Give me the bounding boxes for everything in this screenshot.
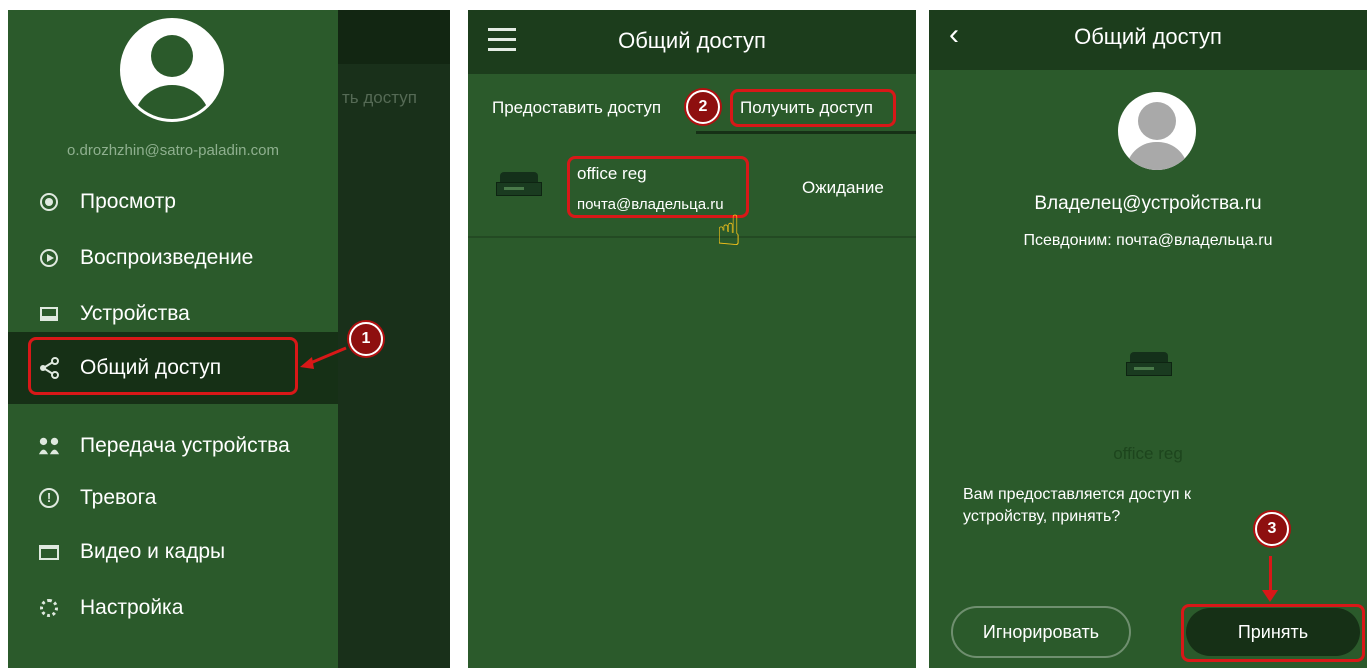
avatar-head-shape [151, 35, 193, 77]
highlight-frame-tab [730, 89, 896, 127]
settings-icon [38, 597, 60, 619]
avatar-body-shape [1126, 142, 1188, 170]
share-request-screen: ‹ Общий доступ Владелец@устройства.ru Пс… [929, 10, 1367, 668]
owner-alias: Псевдоним: почта@владельца.ru [1023, 232, 1273, 249]
menu-item-label: Передача устройства [80, 434, 290, 457]
tab-grant-access[interactable]: Предоставить доступ [492, 98, 661, 118]
share-list-screen: Общий доступ Предоставить доступ Получит… [468, 10, 916, 668]
dvr-device-icon [496, 172, 542, 200]
device-status: Ожидание [802, 178, 884, 197]
menu-item-label: Просмотр [80, 190, 176, 213]
menu-item-playback[interactable]: Воспроизведение [8, 230, 338, 286]
view-icon [38, 191, 60, 213]
menu-item-label: Тревога [80, 486, 157, 509]
page-title: Общий доступ [1074, 24, 1222, 49]
device-name: office reg [1113, 444, 1183, 463]
highlight-frame-accept [1181, 604, 1365, 662]
app-header: ‹ Общий доступ [929, 10, 1367, 70]
background-header [338, 10, 450, 64]
menu-item-transfer[interactable]: Передача устройства [8, 418, 338, 474]
menu-item-view[interactable]: Просмотр [8, 174, 338, 230]
folder-icon [38, 541, 60, 563]
menu-item-label: Устройства [80, 302, 190, 325]
navigation-drawer-screen: ть доступ o.drozhzhin@satro-paladin.com … [8, 10, 450, 668]
ignore-button[interactable]: Игнорировать [951, 606, 1131, 658]
list-divider [468, 236, 916, 238]
pointing-hand-icon: ☝ [716, 207, 742, 254]
access-request-message: Вам предоставляется доступ к устройству,… [963, 486, 1192, 525]
avatar-head-shape [1138, 102, 1176, 140]
step-badge-1: 1 [349, 322, 383, 356]
owner-avatar [1118, 92, 1196, 170]
user-email: o.drozhzhin@satro-paladin.com [67, 142, 279, 159]
step-badge-3: 3 [1255, 512, 1289, 546]
devices-icon [38, 303, 60, 325]
menu-item-label: Настройка [80, 596, 184, 619]
background-tab-label: ть доступ [342, 88, 417, 107]
alarm-icon: ! [38, 487, 60, 509]
transfer-icon [38, 435, 60, 457]
menu-item-label: Воспроизведение [80, 246, 254, 269]
menu-item-label: Видео и кадры [80, 540, 226, 563]
active-tab-indicator [696, 131, 916, 134]
menu-item-alarm[interactable]: ! Тревога [8, 470, 338, 526]
highlight-frame-share [28, 337, 298, 395]
playback-icon [38, 247, 60, 269]
menu-item-settings[interactable]: Настройка [8, 580, 338, 636]
dvr-device-icon [1126, 352, 1172, 380]
down-arrow-icon [1262, 556, 1278, 602]
owner-email: Владелец@устройства.ru [1034, 193, 1262, 214]
page-title: Общий доступ [618, 28, 766, 53]
avatar-body-shape [133, 85, 211, 119]
pointer-arrow-icon [300, 346, 347, 369]
app-header: Общий доступ [468, 10, 916, 74]
step-badge-2: 2 [686, 90, 720, 124]
user-avatar[interactable] [120, 18, 224, 122]
menu-item-media[interactable]: Видео и кадры [8, 524, 338, 580]
